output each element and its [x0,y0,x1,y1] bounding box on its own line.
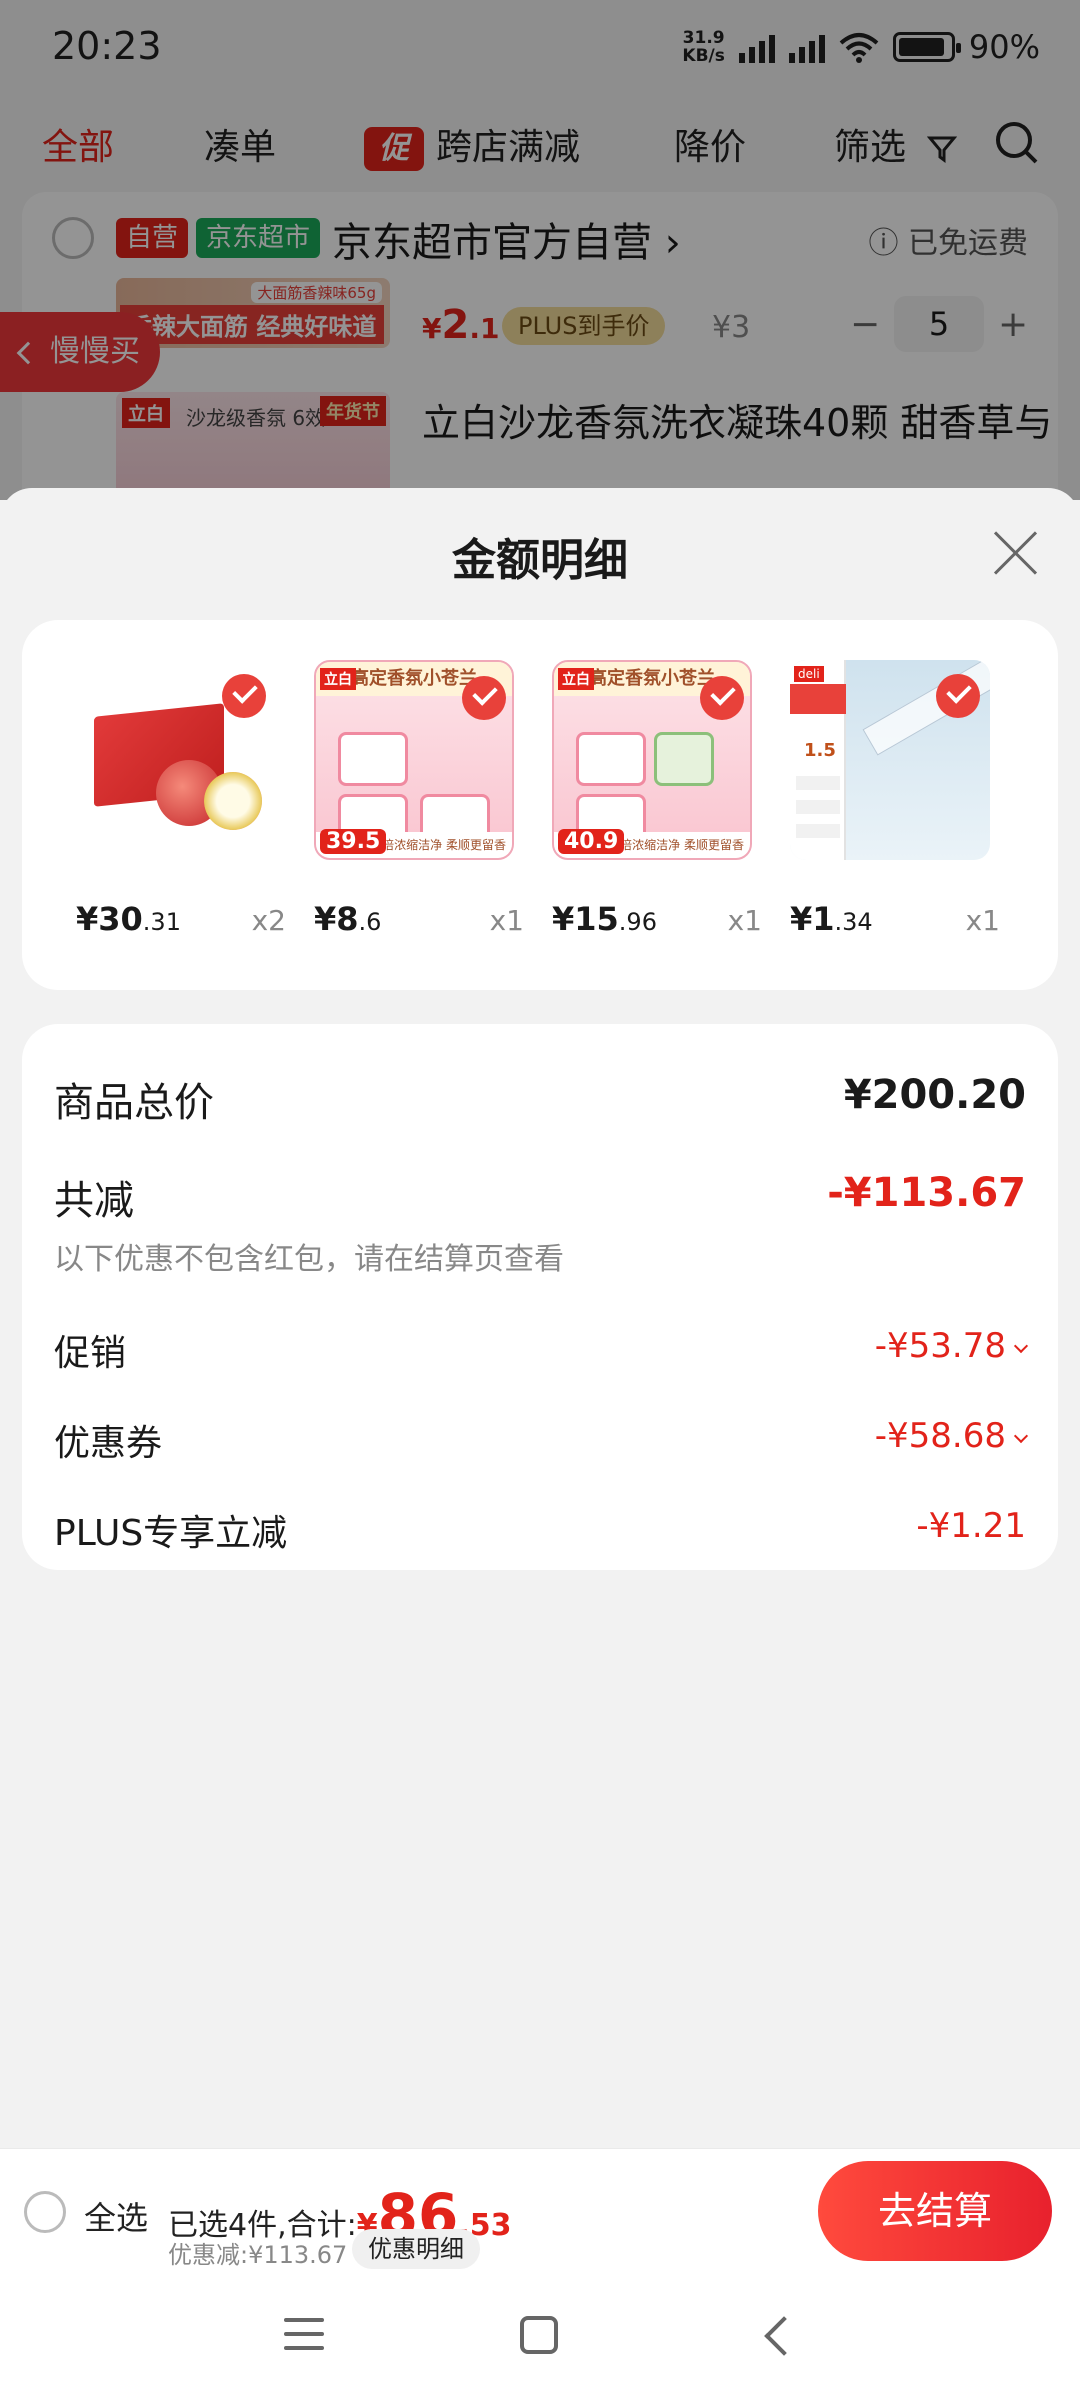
discount-note: 以下优惠不包含红包，请在结算页查看 [54,1242,564,1277]
item-thumbnail: 高定香氛小苍兰 立白 10倍浓缩洁净 柔顺更留香 40.9 [552,660,752,860]
sheet-title: 金额明细 [452,535,628,586]
item-price: ¥30.31 [76,900,181,938]
promo-value[interactable]: -¥53.78 [875,1326,1029,1366]
modal-overlay[interactable] [0,0,1080,500]
total-price-value: ¥200.20 [843,1072,1026,1118]
amount-detail-sheet: 金额明细 ¥30.31 x2 高定香氛小苍兰 立白 10倍浓缩洁净 柔顺更留香 … [0,488,1080,2148]
item-price: ¥8.6 [314,900,382,938]
check-icon [936,674,980,718]
back-nav-icon[interactable] [764,2316,804,2356]
checkout-button[interactable]: 去结算 [818,2161,1052,2261]
total-reduce-value: -¥113.67 [827,1170,1026,1216]
item-quantity: x2 [251,904,286,937]
close-icon[interactable] [990,528,1040,578]
total-reduce-label: 共减 [54,1178,134,1224]
check-icon [222,674,266,718]
item-thumbnail [76,660,276,860]
select-all-radio[interactable] [24,2191,66,2233]
selected-items-card: ¥30.31 x2 高定香氛小苍兰 立白 10倍浓缩洁净 柔顺更留香 39.5 … [22,620,1058,990]
coupon-label: 优惠券 [54,1423,163,1464]
check-icon [462,676,506,720]
price-summary-card: 商品总价 ¥200.20 共减 -¥113.67 以下优惠不包含红包，请在结算页… [22,1024,1058,1570]
select-all-label[interactable]: 全选 [84,2193,148,2239]
checkout-bar: 全选 已选4件,合计:¥86.53 优惠减:¥113.67 优惠明细 去结算 [0,2148,1080,2276]
chevron-down-icon [1013,1338,1029,1354]
selected-item[interactable]: ¥30.31 x2 [76,660,286,960]
promo-label: 促销 [54,1333,127,1374]
item-price: ¥1.34 [790,900,873,938]
chevron-down-icon [1013,1428,1029,1444]
item-price: ¥15.96 [552,900,657,938]
plus-discount-value: -¥1.21 [916,1506,1026,1546]
menu-nav-icon[interactable] [284,2318,324,2354]
discount-total: 优惠减:¥113.67 [168,2241,348,2269]
system-nav-bar [0,2276,1080,2400]
coupon-value[interactable]: -¥58.68 [875,1416,1029,1456]
check-icon [700,676,744,720]
discount-detail-button[interactable]: 优惠明细 [352,2229,480,2269]
plus-discount-label: PLUS专享立减 [54,1513,288,1554]
selected-item[interactable]: 高定香氛小苍兰 立白 10倍浓缩洁净 柔顺更留香 39.5 ¥8.6 x1 [314,660,524,960]
item-quantity: x1 [489,904,524,937]
total-price-label: 商品总价 [54,1080,214,1126]
item-quantity: x1 [965,904,1000,937]
item-thumbnail: deli 1.5 [790,660,990,860]
item-quantity: x1 [727,904,762,937]
item-thumbnail: 高定香氛小苍兰 立白 10倍浓缩洁净 柔顺更留香 39.5 [314,660,514,860]
selected-item[interactable]: 高定香氛小苍兰 立白 10倍浓缩洁净 柔顺更留香 40.9 ¥15.96 x1 [552,660,762,960]
selected-item[interactable]: deli 1.5 ¥1.34 x1 [790,660,1000,960]
home-nav-icon[interactable] [520,2316,558,2354]
